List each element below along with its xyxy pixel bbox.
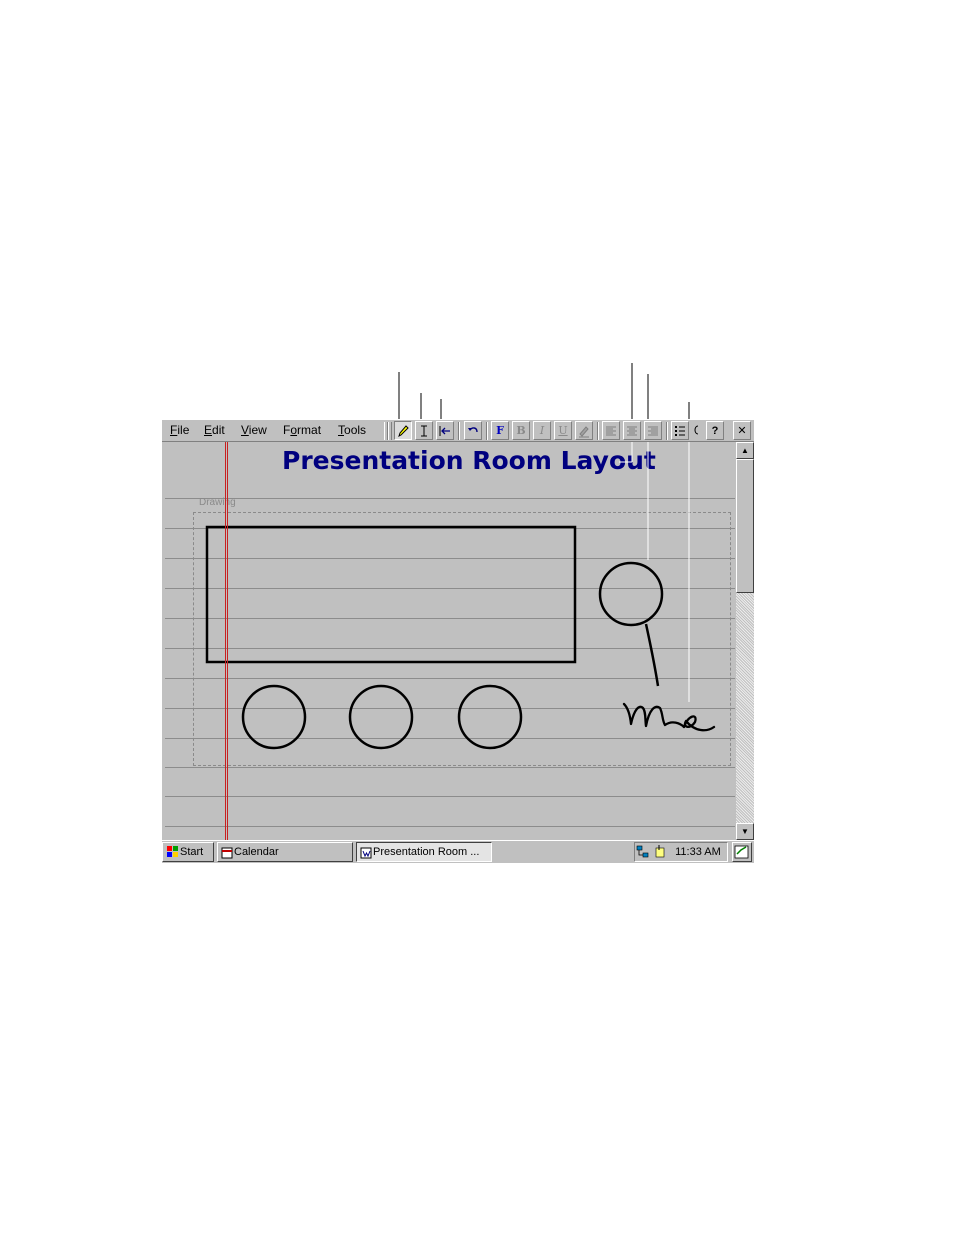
windows-flag-icon xyxy=(167,846,178,858)
pen-icon xyxy=(398,425,409,437)
undo-button[interactable] xyxy=(464,421,482,440)
task-presentation-room[interactable]: Presentation Room ... xyxy=(356,842,492,862)
toolbar-separator xyxy=(666,422,668,440)
menu-file[interactable]: File xyxy=(170,423,189,437)
menu-edit[interactable]: Edit xyxy=(204,423,225,437)
toolbar-separator xyxy=(597,422,599,440)
help-button[interactable]: ? xyxy=(706,421,724,440)
close-button[interactable]: ✕ xyxy=(733,421,751,440)
margin-line xyxy=(225,442,228,840)
command-bar: File Edit View Format Tools F B I U ? ✕ xyxy=(162,419,754,442)
italic-button[interactable]: I xyxy=(533,421,551,440)
document-area[interactable]: Presentation Room Layout Drawing me xyxy=(162,442,736,840)
toolbar-separator xyxy=(486,422,488,440)
insert-space-button[interactable] xyxy=(436,421,454,440)
align-right-button[interactable] xyxy=(644,421,662,440)
insert-space-icon xyxy=(439,426,450,436)
bullet-list-icon xyxy=(675,426,685,436)
scroll-up-button[interactable]: ▲ xyxy=(736,442,754,459)
undo-icon xyxy=(468,427,478,433)
callout-markers xyxy=(619,442,690,702)
help-icon: ? xyxy=(711,425,719,437)
font-button[interactable]: F xyxy=(491,421,509,440)
pocket-word-icon xyxy=(360,847,372,859)
bold-button[interactable]: B xyxy=(512,421,530,440)
pocket-word-window: File Edit View Format Tools F B I U ? ✕ … xyxy=(162,419,754,863)
close-icon: ✕ xyxy=(737,424,747,437)
toolbar-grip-2[interactable] xyxy=(388,422,392,440)
desktop-button[interactable] xyxy=(732,842,752,862)
menu-tools[interactable]: Tools xyxy=(338,423,366,437)
pen-button[interactable] xyxy=(394,421,412,440)
align-center-button[interactable] xyxy=(623,421,641,440)
triangle-up-icon: ▲ xyxy=(741,446,749,455)
chevron-more-icon xyxy=(694,425,699,435)
font-icon: F xyxy=(496,424,504,437)
network-icon[interactable] xyxy=(635,844,651,860)
toolbar-separator xyxy=(458,422,460,440)
menu-format[interactable]: Format xyxy=(283,423,321,437)
highlight-button[interactable] xyxy=(575,421,593,440)
i-beam-icon xyxy=(421,425,427,437)
triangle-down-icon: ▼ xyxy=(741,827,749,836)
align-left-button[interactable] xyxy=(602,421,620,440)
task-calendar[interactable]: Calendar xyxy=(217,842,353,862)
scroll-down-button[interactable]: ▼ xyxy=(736,823,754,840)
system-tray: 11:33 AM xyxy=(634,842,728,862)
menu-view[interactable]: View xyxy=(241,423,267,437)
underline-button[interactable]: U xyxy=(554,421,572,440)
start-button[interactable]: Start xyxy=(162,842,214,862)
scroll-thumb[interactable] xyxy=(736,459,754,593)
overflow-button[interactable] xyxy=(692,421,700,440)
calendar-icon xyxy=(221,847,233,859)
taskbar: Start Calendar Presentation Room ... 11:… xyxy=(162,840,754,863)
desktop-icon xyxy=(734,845,749,859)
bullets-button[interactable] xyxy=(671,421,689,440)
align-center-icon xyxy=(627,426,637,436)
text-cursor-button[interactable] xyxy=(415,421,433,440)
highlighter-icon xyxy=(579,426,589,438)
align-right-icon xyxy=(648,426,658,436)
clock[interactable]: 11:33 AM xyxy=(675,846,721,858)
input-panel-icon[interactable] xyxy=(654,844,668,860)
align-left-icon xyxy=(606,426,616,436)
vertical-scrollbar[interactable]: ▲ ▼ xyxy=(736,442,754,840)
